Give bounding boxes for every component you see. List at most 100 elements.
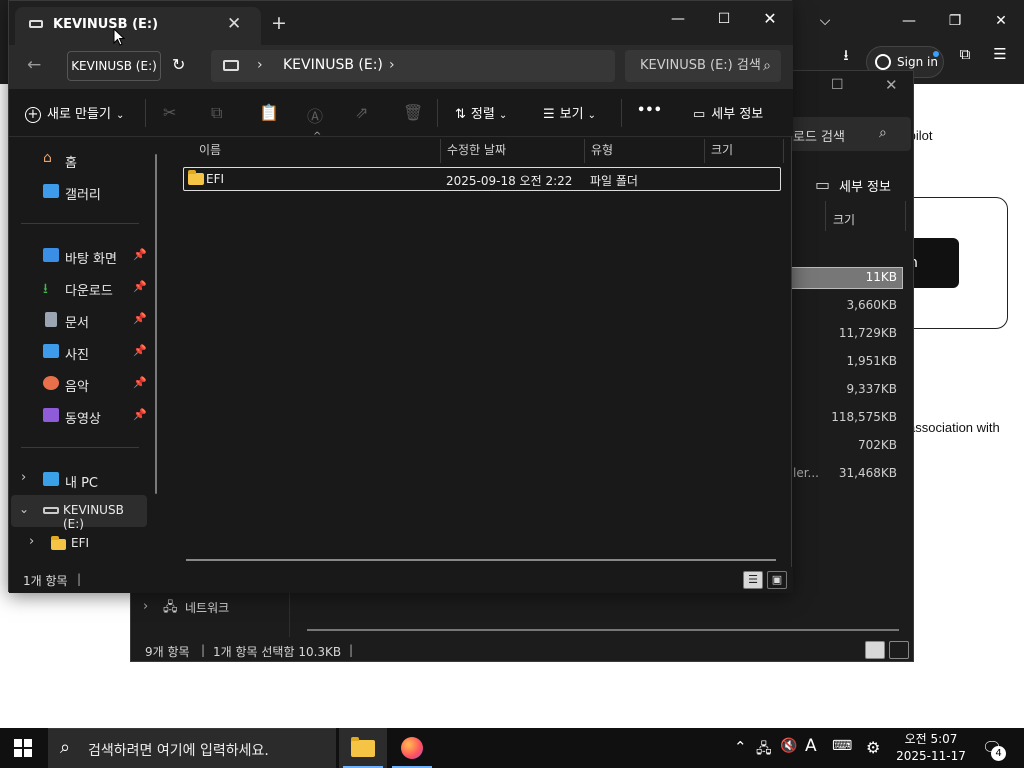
minimize-button[interactable]: — <box>655 5 701 33</box>
clock[interactable]: 오전 5:07 2025-11-17 <box>894 731 968 765</box>
sidebar-item-desktop[interactable]: 바탕 화면 📌 <box>9 241 159 271</box>
details-view-button[interactable]: ☰ <box>743 571 763 589</box>
column-header-name[interactable]: 이름 <box>199 141 221 158</box>
sort-button[interactable]: ⇅ 정렬 ⌄ <box>455 103 507 122</box>
folder-icon <box>351 737 375 757</box>
breadcrumb-kevinusb[interactable]: KEVINUSB (E:) <box>283 57 383 73</box>
table-row[interactable]: EFI 2025-09-18 오전 2:22 파일 폴더 <box>183 167 781 191</box>
menu-icon[interactable]: ☰ <box>990 45 1010 63</box>
back-search-box[interactable]: 로드 검색 ⌕ <box>781 117 911 151</box>
chevron-right-icon[interactable]: › <box>389 57 395 73</box>
extensions-icon[interactable]: ⧉ <box>955 45 975 63</box>
chevron-right-icon[interactable]: › <box>143 599 148 614</box>
new-button[interactable]: + 새로 만들기 ⌄ <box>25 103 124 123</box>
column-separator[interactable] <box>783 139 784 163</box>
tab-kevinusb[interactable]: KEVINUSB (E:) ✕ <box>15 7 261 45</box>
taskbar-search[interactable]: ⌕ 검색하려면 여기에 입력하세요. <box>48 728 336 768</box>
sidebar-scrollbar[interactable] <box>155 154 157 494</box>
paste-icon[interactable]: 📋 <box>259 103 279 122</box>
volume-muted-icon[interactable]: 🔇 <box>780 738 797 754</box>
clock-date: 2025-11-17 <box>896 749 966 763</box>
browser-close-button[interactable]: ✕ <box>978 4 1024 38</box>
pin-icon: 📌 <box>133 248 147 261</box>
notification-count: 4 <box>991 746 1006 761</box>
network-icon[interactable]: 🖧 <box>756 738 772 762</box>
pin-icon: 📌 <box>133 376 147 389</box>
horizontal-scrollbar[interactable] <box>186 559 776 561</box>
sidebar-item-videos[interactable]: 동영상 📌 <box>9 401 159 431</box>
download-icon[interactable]: ⭳ <box>836 45 856 70</box>
file-size: 702KB <box>857 438 897 452</box>
sidebar-item-label: 갤러리 <box>65 188 101 203</box>
tiles-view-button[interactable] <box>889 641 909 659</box>
back-maximize-button[interactable]: ☐ <box>831 77 844 93</box>
back-close-button[interactable]: ✕ <box>885 76 898 94</box>
back-details-button[interactable]: 세부 정보 <box>839 176 891 195</box>
new-tab-button[interactable]: + <box>271 12 287 34</box>
column-separator[interactable] <box>584 139 585 163</box>
address-bar[interactable]: › KEVINUSB (E:) › <box>211 50 615 82</box>
taskbar-firefox[interactable] <box>388 728 436 768</box>
notification-center-button[interactable]: 🗨 4 <box>982 738 1006 761</box>
sidebar-item-music[interactable]: 음악 📌 <box>9 369 159 399</box>
pin-icon: 📌 <box>133 312 147 325</box>
column-header-type[interactable]: 유형 <box>591 141 613 158</box>
cut-icon[interactable]: ✂ <box>163 103 176 122</box>
sidebar-item-home[interactable]: ⌂ 홈 <box>9 145 159 175</box>
back-search-placeholder: 로드 검색 <box>793 130 845 145</box>
tab-list-chevron-icon[interactable]: ⌵ <box>802 4 848 38</box>
sidebar-item-gallery[interactable]: 갤러리 <box>9 177 159 207</box>
settings-gear-icon[interactable]: ⚙ <box>866 738 880 757</box>
video-icon <box>43 408 59 422</box>
copy-icon[interactable]: ⧉ <box>211 103 222 123</box>
keyboard-icon[interactable]: ⌨ <box>832 738 852 754</box>
search-input[interactable]: KEVINUSB (E:) 검색 ⌕ <box>625 50 781 82</box>
delete-icon[interactable]: 🗑 <box>403 103 423 122</box>
column-header-size[interactable]: 크기 <box>711 141 733 158</box>
ime-mode-indicator[interactable]: A <box>805 736 817 756</box>
column-separator[interactable] <box>704 139 705 163</box>
file-size: 118,575KB <box>831 410 897 424</box>
taskbar-file-explorer[interactable] <box>339 728 387 768</box>
browser-minimize-button[interactable]: — <box>886 4 932 38</box>
chevron-right-icon[interactable]: › <box>257 57 263 73</box>
search-icon: ⌕ <box>879 125 887 141</box>
sidebar-item-network[interactable]: 네트워크 <box>185 599 229 616</box>
chevron-right-icon[interactable]: › <box>21 470 26 485</box>
sort-label: 정렬 <box>470 107 495 122</box>
details-view-button[interactable] <box>865 641 885 659</box>
sidebar-item-kevinusb[interactable]: ⌄ KEVINUSB (E:) <box>11 495 147 531</box>
sidebar-item-documents[interactable]: 문서 📌 <box>9 305 159 335</box>
windows-start-icon[interactable] <box>14 739 32 757</box>
back-arrow-icon[interactable]: ← <box>27 55 41 75</box>
maximize-button[interactable]: ☐ <box>701 5 747 33</box>
sidebar-item-downloads[interactable]: ⭳ 다운로드 📌 <box>9 273 159 303</box>
sidebar-item-pictures[interactable]: 사진 📌 <box>9 337 159 367</box>
tiles-view-button[interactable]: ▣ <box>767 571 787 589</box>
rename-icon[interactable]: Ⓐ <box>307 103 323 127</box>
folder-icon <box>188 170 204 185</box>
sidebar-item-this-pc[interactable]: › 내 PC <box>9 465 159 495</box>
horizontal-scrollbar[interactable] <box>307 629 899 631</box>
column-separator[interactable] <box>440 139 441 163</box>
sidebar-item-efi[interactable]: › EFI <box>9 529 159 559</box>
chevron-down-icon[interactable]: ⌄ <box>19 502 29 516</box>
toolbar-separator <box>437 99 438 127</box>
close-button[interactable]: ✕ <box>747 5 793 33</box>
navigation-pane: ⌂ 홈 갤러리 바탕 화면 📌 ⭳ 다운로드 📌 문서 📌 사진 📌 음악 📌 … <box>9 137 167 567</box>
file-size: 3,660KB <box>846 298 897 312</box>
chevron-up-icon[interactable]: ⌃ <box>734 738 747 756</box>
chevron-right-icon[interactable]: › <box>29 534 34 549</box>
sidebar-item-label: 다운로드 <box>65 284 113 299</box>
more-options-button[interactable]: ••• <box>637 103 662 118</box>
close-tab-icon[interactable]: ✕ <box>227 14 241 34</box>
back-col-size: 크기 <box>833 213 856 227</box>
view-button[interactable]: ☰ 보기 ⌄ <box>543 103 596 122</box>
refresh-icon[interactable]: ↻ <box>172 55 185 74</box>
back-status-selected: 1개 항목 선택함 10.3KB <box>213 645 342 659</box>
details-button[interactable]: ▭ 세부 정보 <box>693 103 763 122</box>
browser-restore-button[interactable]: ❐ <box>932 4 978 38</box>
share-icon[interactable]: ⇗ <box>355 103 368 122</box>
home-icon: ⌂ <box>43 150 52 166</box>
column-header-date[interactable]: 수정한 날짜 <box>447 141 506 158</box>
